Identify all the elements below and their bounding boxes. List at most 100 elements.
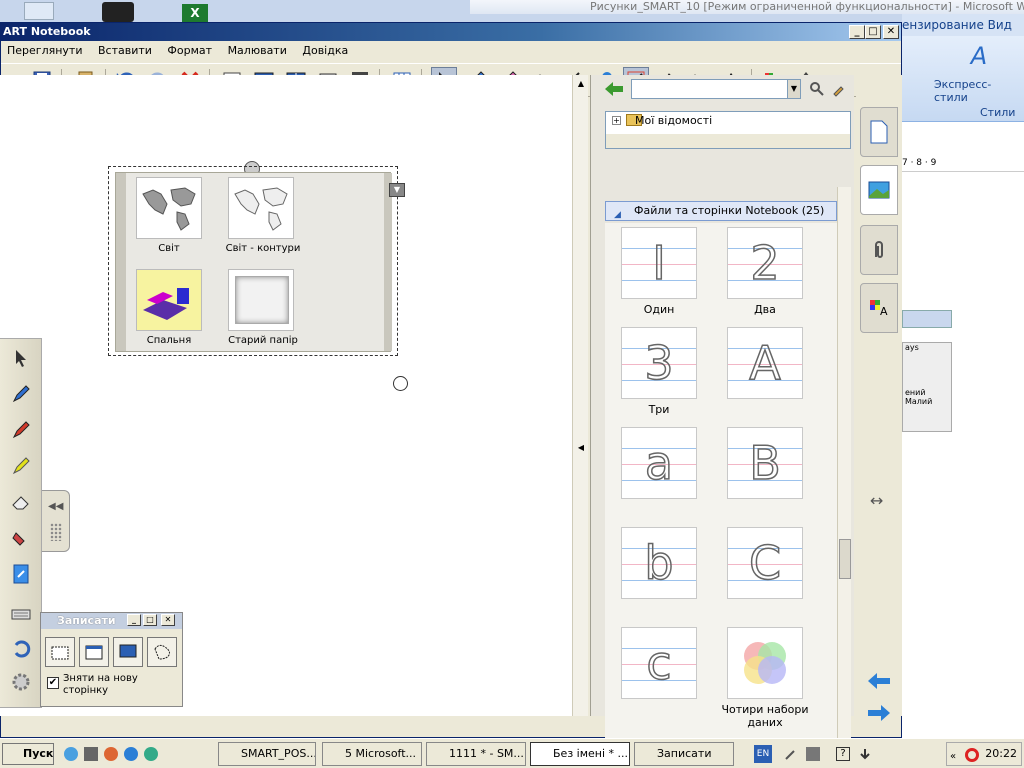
notebook-page-thumbnail[interactable]: 3 xyxy=(621,327,697,399)
menu-draw[interactable]: Малювати xyxy=(222,41,293,61)
world-outline-thumbnail[interactable] xyxy=(228,177,294,239)
scroll-grip-icon[interactable]: ◀ xyxy=(576,443,586,453)
close-button[interactable]: ✕ xyxy=(883,25,899,39)
back-arrow-icon[interactable] xyxy=(603,79,625,99)
widget-scroll-right[interactable] xyxy=(384,173,392,351)
grip-icon[interactable] xyxy=(50,523,62,541)
screen-capture-icon[interactable] xyxy=(113,637,143,667)
canvas-scrollbar[interactable]: ▲ ◀ xyxy=(572,75,588,716)
notebook-page-thumbnail[interactable]: a xyxy=(621,427,697,499)
tray-tool-icon[interactable] xyxy=(784,747,798,761)
properties-tab[interactable]: A xyxy=(860,283,898,333)
quick-launch-icon[interactable] xyxy=(84,747,98,761)
language-indicator[interactable]: EN xyxy=(754,745,772,763)
eraser-icon[interactable] xyxy=(8,489,34,515)
minimize-button[interactable]: _ xyxy=(849,25,865,39)
help-icon[interactable]: ? xyxy=(836,747,850,761)
area-capture-icon[interactable] xyxy=(45,637,75,667)
attachments-tab[interactable] xyxy=(860,225,898,275)
notebook-page-thumbnail[interactable]: A xyxy=(727,327,803,399)
gallery-search-input[interactable] xyxy=(631,79,801,99)
widget-scroll-left[interactable] xyxy=(116,173,126,351)
notebook-page-thumbnail[interactable] xyxy=(727,627,803,699)
resize-handle[interactable] xyxy=(393,376,408,391)
gallery-item-label: Світ - контури xyxy=(225,243,301,254)
word-ribbon-tabs[interactable]: ензирование Вид xyxy=(902,14,1024,36)
recorder-maximize[interactable]: □ xyxy=(143,614,157,626)
venn-diagram-icon xyxy=(728,628,802,701)
widget-menu-button[interactable]: ▼ xyxy=(389,183,405,197)
quick-styles-label[interactable]: Экспресс-стили xyxy=(934,78,1024,104)
excel-icon[interactable]: X xyxy=(182,4,208,22)
notebook-page-thumbnail[interactable]: C xyxy=(727,527,803,599)
menu-help[interactable]: Довідка xyxy=(296,41,354,61)
fill-icon[interactable] xyxy=(8,525,34,551)
tray-display-icon[interactable] xyxy=(806,747,820,761)
gallery-scrollbar[interactable] xyxy=(837,187,851,768)
settings-icon[interactable] xyxy=(8,669,34,695)
pen-red-icon[interactable] xyxy=(8,417,34,443)
arrow-down-icon[interactable] xyxy=(858,747,872,761)
world-map-thumbnail[interactable] xyxy=(136,177,202,239)
resize-panel-icon[interactable]: ↔ xyxy=(870,491,883,510)
gallery-widget[interactable]: Світ Світ - контури Спальня Старий папір xyxy=(108,166,398,356)
page-sorter-tab[interactable] xyxy=(860,107,898,157)
opera-icon[interactable] xyxy=(965,748,979,762)
tools-icon[interactable] xyxy=(831,81,847,97)
tree-item-my-content[interactable]: Мої відомості xyxy=(635,114,712,127)
notebook-page-thumbnail[interactable]: b xyxy=(621,527,697,599)
gallery-section-header[interactable]: ◢ Файли та сторінки Notebook (25) xyxy=(605,201,837,221)
expand-icon[interactable]: + xyxy=(612,116,621,125)
double-chevron-left-icon[interactable]: ◀◀ xyxy=(48,501,63,512)
window-capture-icon[interactable] xyxy=(79,637,109,667)
task-recorder[interactable]: Записати xyxy=(634,742,734,766)
quick-launch-icon[interactable] xyxy=(144,747,158,761)
old-paper-thumbnail[interactable] xyxy=(228,269,294,331)
scroll-up-icon[interactable]: ▲ xyxy=(576,79,586,89)
floating-toolbar-expand[interactable]: ◀◀ xyxy=(42,490,70,552)
background-window-title: Рисунки_SMART_10 [Режим ограниченной фун… xyxy=(470,0,1024,14)
task-smart-pos[interactable]: SMART_POS... xyxy=(218,742,316,766)
notebook-icon[interactable] xyxy=(8,561,34,587)
notebook-page-thumbnail[interactable]: B xyxy=(727,427,803,499)
search-icon[interactable] xyxy=(809,81,825,97)
undo-icon[interactable] xyxy=(8,635,34,661)
highlighter-icon[interactable] xyxy=(8,453,34,479)
gallery-scroll-thumb[interactable] xyxy=(839,539,851,579)
notebook-page-thumbnail[interactable]: I xyxy=(621,227,697,299)
recorder-minimize[interactable]: _ xyxy=(127,614,141,626)
task-microsoft-word[interactable]: 5 Microsoft... xyxy=(322,742,422,766)
quick-launch-icon[interactable] xyxy=(64,747,78,761)
start-button[interactable]: Пуск xyxy=(2,743,54,765)
next-page-icon[interactable] xyxy=(866,703,892,726)
previous-page-icon[interactable] xyxy=(866,671,892,694)
gallery-panel: ▼ + Мої відомості ◢ Файли та сторінки No… xyxy=(590,75,854,768)
new-page-checkbox[interactable]: ✔ xyxy=(47,677,59,689)
notebook-page-thumbnail[interactable]: c xyxy=(621,627,697,699)
desktop-icon[interactable] xyxy=(24,2,54,20)
menu-view[interactable]: Переглянути xyxy=(1,41,88,61)
desktop-icon[interactable] xyxy=(102,2,134,22)
word-page: ays ений Малий xyxy=(902,174,1014,734)
quick-launch-icon[interactable] xyxy=(104,747,118,761)
chevron-left-icon[interactable]: « xyxy=(950,746,956,768)
recorder-window: Записати _ □ ✕ ✔ Зняти на нову сторінку xyxy=(40,612,183,707)
chevron-down-icon[interactable]: ▼ xyxy=(787,79,801,99)
tree-hscrollbar[interactable] xyxy=(606,134,850,148)
notebook-page-thumbnail[interactable]: 2 xyxy=(727,227,803,299)
task-smart-1111[interactable]: 1111 * - SM... xyxy=(426,742,526,766)
quick-styles-icon[interactable]: A xyxy=(964,42,994,72)
collapse-icon[interactable]: ◢ xyxy=(614,206,621,224)
menu-format[interactable]: Формат xyxy=(161,41,218,61)
gallery-tab[interactable] xyxy=(860,165,898,215)
select-icon[interactable] xyxy=(8,345,34,371)
recorder-close[interactable]: ✕ xyxy=(161,614,175,626)
maximize-button[interactable]: □ xyxy=(865,25,881,39)
freehand-capture-icon[interactable] xyxy=(147,637,177,667)
menu-insert[interactable]: Вставити xyxy=(92,41,158,61)
keyboard-icon[interactable] xyxy=(8,601,34,627)
ie-icon[interactable] xyxy=(124,747,138,761)
pen-blue-icon[interactable] xyxy=(8,381,34,407)
task-untitled[interactable]: Без імені * ... xyxy=(530,742,630,766)
bedroom-thumbnail[interactable] xyxy=(136,269,202,331)
